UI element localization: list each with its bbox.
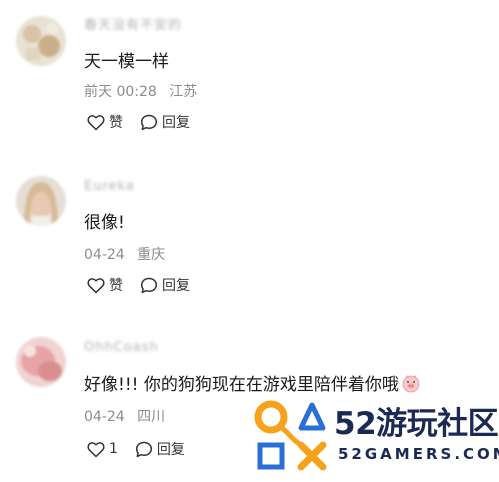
comment-text: 天一模一样	[84, 52, 169, 72]
reply-button[interactable]: 回复	[140, 275, 190, 295]
comment-time: 04-24	[84, 247, 125, 263]
like-count: 1	[109, 441, 118, 457]
comment-time: 前天 00:28	[84, 84, 157, 100]
avatar[interactable]	[16, 337, 66, 387]
like-label: 赞	[109, 115, 123, 131]
reply-button[interactable]: 回复	[140, 112, 190, 132]
comment-meta: 04-24 重庆	[84, 244, 165, 264]
reply-label: 回复	[162, 115, 190, 131]
comment-meta: 04-24 四川	[84, 406, 165, 426]
avatar[interactable]	[16, 16, 66, 66]
username[interactable]: Eureka	[84, 179, 135, 194]
watermark-domain: 52GAMERS.COM	[338, 445, 499, 463]
pig-emoji-icon	[401, 373, 421, 398]
like-button[interactable]: 赞	[87, 112, 123, 132]
avatar[interactable]	[16, 176, 66, 226]
heart-icon	[87, 277, 105, 294]
comment-location: 四川	[137, 409, 166, 425]
reply-label: 回复	[156, 442, 185, 458]
reply-button[interactable]: 回复	[135, 439, 185, 459]
comment-text: 好像!!! 你的狗狗现在在游戏里陪伴着你哦	[84, 370, 421, 398]
comment-time: 04-24	[84, 409, 125, 425]
like-button[interactable]: 1	[87, 441, 118, 458]
watermark-brand: 52游玩社区	[334, 406, 499, 442]
speech-bubble-icon	[135, 441, 153, 458]
like-button[interactable]: 赞	[87, 275, 123, 295]
comment-actions: 赞 回复	[87, 112, 190, 132]
heart-icon	[87, 441, 105, 458]
reply-label: 回复	[162, 278, 190, 294]
comment-text-content: 好像!!! 你的狗狗现在在游戏里陪伴着你哦	[84, 375, 399, 395]
playstation-symbols-icon	[254, 400, 327, 471]
username[interactable]: OhhCoash	[84, 340, 159, 355]
comment-meta: 前天 00:28 江苏	[84, 81, 197, 101]
comment-actions: 赞 回复	[87, 275, 190, 295]
speech-bubble-icon	[140, 277, 158, 294]
username[interactable]: 春天没有不安的	[84, 14, 182, 33]
comment-actions: 1 回复	[87, 439, 185, 459]
like-label: 赞	[109, 278, 123, 294]
comment-location: 重庆	[137, 247, 166, 263]
heart-icon	[87, 114, 105, 131]
comment-location: 江苏	[169, 84, 198, 100]
comment-text: 很像!	[84, 213, 125, 233]
speech-bubble-icon	[140, 114, 158, 131]
